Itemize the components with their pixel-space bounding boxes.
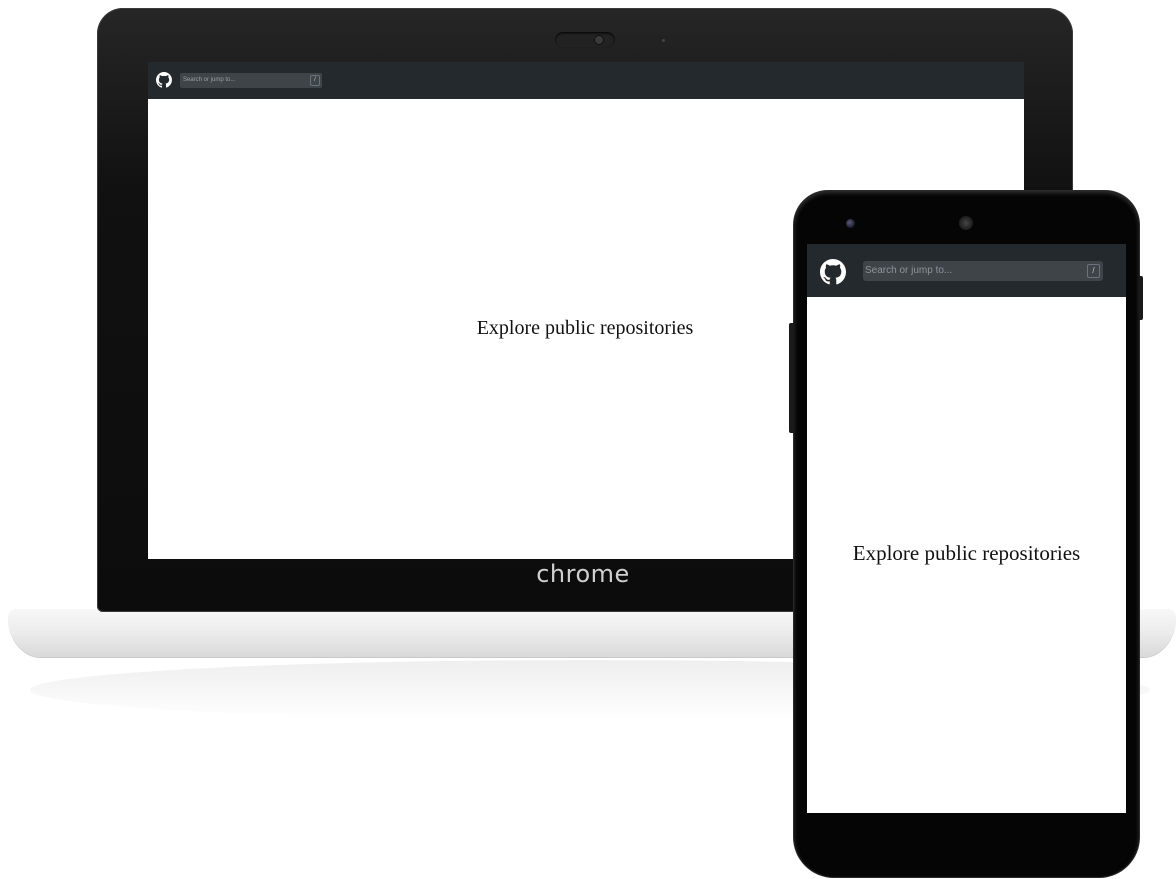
phone-power-button bbox=[1139, 276, 1143, 320]
mobile-header-bar: Search or jump to... / bbox=[807, 244, 1126, 297]
webcam-lens bbox=[595, 36, 603, 44]
phone-speaker-icon bbox=[959, 216, 973, 230]
webcam-indicator bbox=[662, 39, 665, 42]
search-shortcut-key: / bbox=[310, 75, 320, 86]
phone-volume-button bbox=[789, 323, 794, 433]
search-shortcut-key: / bbox=[1087, 264, 1100, 278]
search-placeholder: Search or jump to... bbox=[183, 77, 236, 83]
laptop-webcam bbox=[555, 32, 615, 48]
search-placeholder: Search or jump to... bbox=[865, 265, 953, 276]
search-input[interactable]: Search or jump to... / bbox=[180, 73, 322, 88]
phone-camera-icon bbox=[846, 219, 855, 228]
phone-screen: Search or jump to... / Explore public re… bbox=[807, 244, 1126, 813]
header-bar: Search or jump to... / bbox=[148, 62, 1024, 99]
search-input[interactable]: Search or jump to... / bbox=[863, 261, 1103, 281]
github-logo-icon[interactable] bbox=[156, 72, 172, 88]
github-logo-icon[interactable] bbox=[820, 259, 846, 285]
page-heading: Explore public repositories bbox=[852, 541, 1081, 565]
phone-frame: Search or jump to... / Explore public re… bbox=[789, 191, 1143, 877]
